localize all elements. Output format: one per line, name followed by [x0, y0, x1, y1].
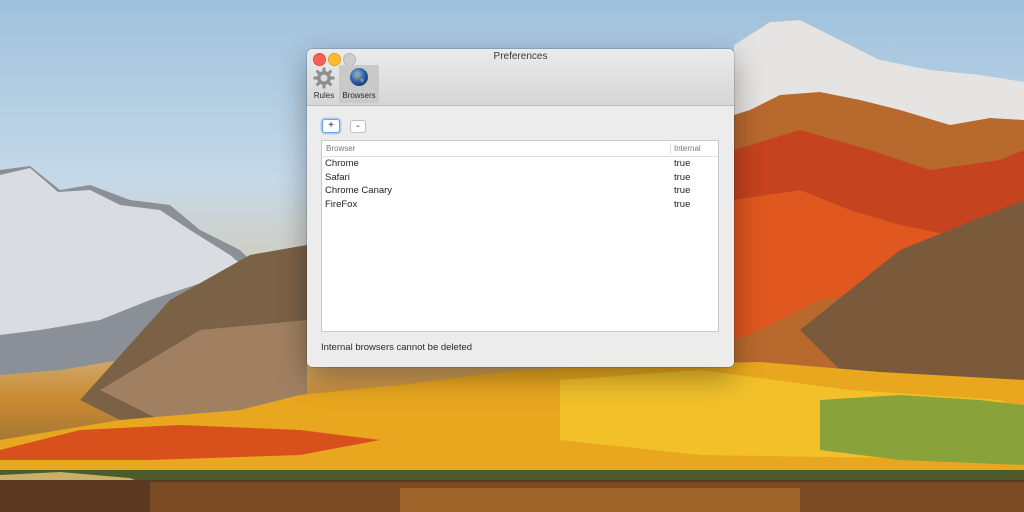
internal-value: true: [674, 158, 691, 169]
add-browser-button[interactable]: +: [322, 119, 340, 133]
tab-rules-label: Rules: [313, 91, 335, 100]
column-divider: [670, 143, 671, 154]
remove-browser-button[interactable]: -: [350, 120, 366, 133]
table-header: Browser Internal: [322, 141, 718, 157]
status-message: Internal browsers cannot be deleted: [321, 342, 473, 353]
internal-value: true: [674, 198, 691, 210]
internal-value: true: [674, 171, 691, 183]
table-row[interactable]: Chrome Canary true: [322, 184, 718, 198]
titlebar: Preferences Rules Browsers: [307, 49, 734, 106]
column-header-browser[interactable]: Browser: [326, 144, 355, 153]
table-row[interactable]: Safari true: [322, 171, 718, 185]
tab-browsers[interactable]: Browsers: [339, 65, 379, 103]
browser-name: FireFox: [325, 198, 358, 210]
gear-icon: [313, 67, 335, 89]
window-title: Preferences: [493, 51, 548, 62]
browser-name: Chrome Canary: [325, 185, 393, 196]
desktop-wallpaper: Preferences Rules Browsers + - Browser I…: [0, 0, 1024, 512]
internal-value: true: [674, 185, 691, 196]
table-row[interactable]: FireFox true: [322, 198, 718, 212]
column-header-internal[interactable]: Internal: [674, 144, 701, 153]
browser-name: Safari: [325, 171, 350, 183]
tab-rules[interactable]: Rules: [310, 65, 338, 103]
preferences-window: Preferences Rules Browsers + - Browser I…: [307, 49, 734, 367]
globe-icon: [350, 68, 368, 86]
browser-name: Chrome: [325, 158, 359, 169]
tab-browsers-label: Browsers: [342, 91, 376, 100]
browsers-table: Browser Internal Chrome true Safari true…: [321, 140, 719, 332]
table-row[interactable]: Chrome true: [322, 157, 718, 171]
